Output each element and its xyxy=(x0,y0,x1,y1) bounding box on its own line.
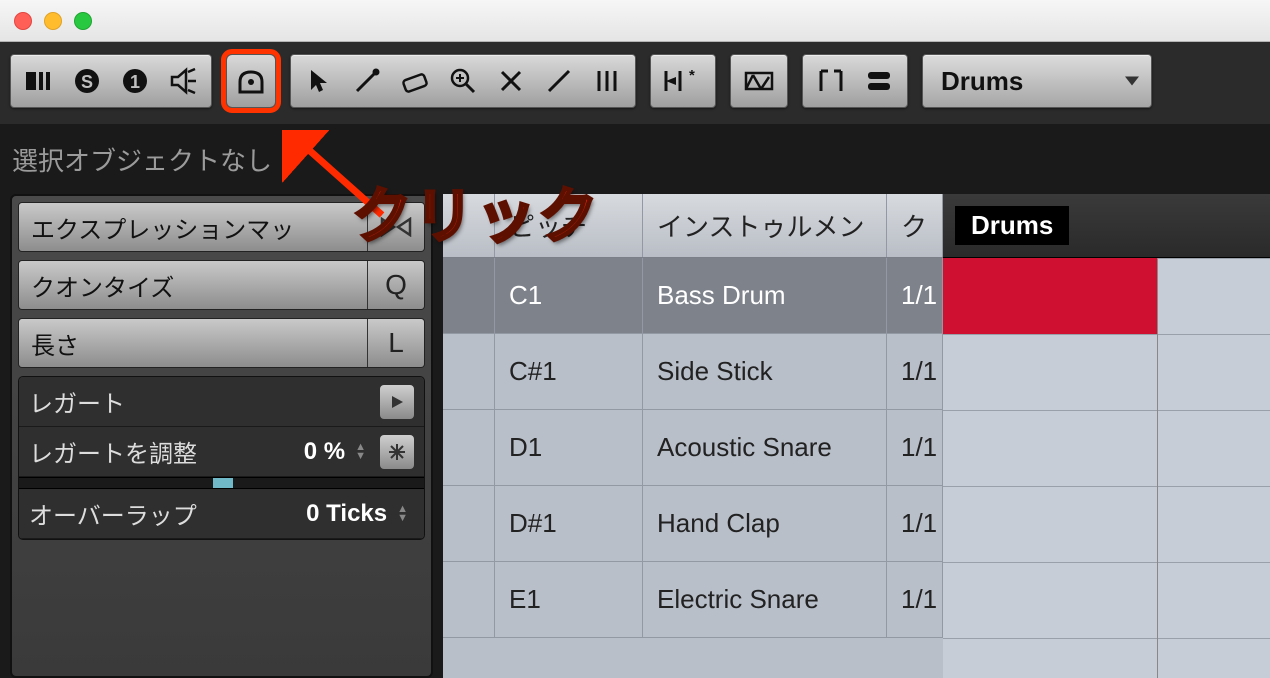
drum-col-instrument[interactable]: インストゥルメン xyxy=(643,194,887,257)
drum-row-q: 1/1 xyxy=(887,410,943,485)
drum-row-q: 1/1 xyxy=(887,486,943,561)
inspector-item-label: エクスプレッションマッ xyxy=(19,203,368,251)
drum-row-instrument: Bass Drum xyxy=(643,258,887,333)
autoscroll-icon[interactable] xyxy=(737,59,781,103)
inspector-expression-map[interactable]: エクスプレッションマッ xyxy=(18,202,425,252)
track-select-dropdown[interactable]: Drums xyxy=(922,54,1152,108)
spinner-icon[interactable]: ▲▼ xyxy=(355,443,366,461)
window-minimize-button[interactable] xyxy=(44,12,62,30)
timewarp-tool-icon[interactable] xyxy=(585,59,629,103)
drum-table-row[interactable]: D#1 Hand Clap 1/1 xyxy=(443,486,943,562)
drum-map-table: ピッチ インストゥルメン ク C1 Bass Drum 1/1 C#1 Side… xyxy=(443,194,943,678)
toolbar-group-tools xyxy=(290,54,636,108)
drumstick-icon[interactable] xyxy=(345,59,389,103)
pointer-tool-icon[interactable] xyxy=(297,59,341,103)
svg-text:*: * xyxy=(689,67,695,84)
inspector-length-subpanel: レガート レガートを調整 0 % ▲▼ オーバーラップ 0 Ticks ▲▼ xyxy=(18,376,425,540)
legato-adjust-label: レガートを調整 xyxy=(29,434,197,469)
drum-table-row[interactable]: C1 Bass Drum 1/1 xyxy=(443,258,943,334)
drum-row-pitch: C1 xyxy=(495,258,643,333)
drum-row-pitch: C#1 xyxy=(495,334,643,409)
track-select-value: Drums xyxy=(941,66,1023,97)
zoom-tool-icon[interactable] xyxy=(441,59,485,103)
drum-col-quantize[interactable]: ク xyxy=(887,194,943,257)
inspector-length[interactable]: 長さ L xyxy=(18,318,425,368)
drum-row-instrument: Acoustic Snare xyxy=(643,410,887,485)
overlap-row[interactable]: オーバーラップ 0 Ticks ▲▼ xyxy=(19,489,424,539)
selection-status-text: 選択オブジェクトなし xyxy=(12,141,272,178)
overlap-value: 0 Ticks xyxy=(306,500,391,528)
quantize-cap-icon: Q xyxy=(368,261,424,309)
freeze-icon[interactable] xyxy=(380,435,414,469)
show-part-borders-icon[interactable] xyxy=(809,59,853,103)
length-cap-icon: L xyxy=(368,319,424,367)
drum-row-q: 1/1 xyxy=(887,334,943,409)
inspector-quantize[interactable]: クオンタイズ Q xyxy=(18,260,425,310)
timeline-ruler[interactable]: Drums xyxy=(943,194,1270,258)
legato-label: レガート xyxy=(29,384,125,419)
drum-row-instrument: Side Stick xyxy=(643,334,887,409)
bowtie-icon xyxy=(368,203,424,251)
toolbar-group-view: S 1 xyxy=(10,54,212,108)
drum-table-row[interactable]: C#1 Side Stick 1/1 xyxy=(443,334,943,410)
erase-tool-icon[interactable] xyxy=(393,59,437,103)
inspector-item-label: 長さ xyxy=(19,319,368,367)
solo-button[interactable]: S xyxy=(65,59,109,103)
spinner-icon[interactable]: ▲▼ xyxy=(397,505,408,523)
timeline-gridline xyxy=(1157,258,1158,678)
window-titlebar xyxy=(0,0,1270,42)
drum-col-pitch[interactable]: ピッチ xyxy=(495,194,643,257)
line-tool-icon[interactable] xyxy=(537,59,581,103)
legato-row[interactable]: レガート xyxy=(19,377,424,427)
legato-slider[interactable] xyxy=(19,477,424,489)
drum-row-pitch: D#1 xyxy=(495,486,643,561)
drum-row-q: 1/1 xyxy=(887,258,943,333)
window-maximize-button[interactable] xyxy=(74,12,92,30)
play-icon[interactable] xyxy=(380,385,414,419)
acoustic-feedback-icon[interactable] xyxy=(161,59,205,103)
mute-tool-icon[interactable] xyxy=(489,59,533,103)
drum-table-row[interactable]: E1 Electric Snare 1/1 xyxy=(443,562,943,638)
inspector-panel: エクスプレッションマッ クオンタイズ Q 長さ L レガート レガートを調整 xyxy=(10,194,433,678)
drum-row-instrument: Hand Clap xyxy=(643,486,887,561)
drum-col-select[interactable] xyxy=(443,194,495,257)
inspector-item-label: クオンタイズ xyxy=(19,261,368,309)
drum-timeline[interactable]: Drums xyxy=(943,194,1270,678)
toolbar-group-insert: * xyxy=(650,54,716,108)
window-layout-icon[interactable] xyxy=(17,59,61,103)
drumstick-tool-button[interactable] xyxy=(226,54,276,108)
single-editor-button[interactable]: 1 xyxy=(113,59,157,103)
drum-table-header: ピッチ インストゥルメン ク xyxy=(443,194,943,258)
part-list-icon[interactable] xyxy=(857,59,901,103)
window-close-button[interactable] xyxy=(14,12,32,30)
drum-row-instrument: Electric Snare xyxy=(643,562,887,637)
drum-row-pitch: E1 xyxy=(495,562,643,637)
legato-adjust-value: 0 % xyxy=(304,438,349,466)
insert-velocity-icon[interactable]: * xyxy=(657,59,701,103)
overlap-label: オーバーラップ xyxy=(29,496,197,531)
part-name-label: Drums xyxy=(955,206,1069,245)
svg-text:1: 1 xyxy=(130,72,140,92)
toolbar-group-scroll xyxy=(730,54,788,108)
legato-adjust-row[interactable]: レガートを調整 0 % ▲▼ xyxy=(19,427,424,477)
info-bar: 選択オブジェクトなし xyxy=(0,124,1270,194)
toolbar: S 1 xyxy=(0,42,1270,124)
drum-table-row[interactable]: D1 Acoustic Snare 1/1 xyxy=(443,410,943,486)
drum-row-q: 1/1 xyxy=(887,562,943,637)
drum-row-pitch: D1 xyxy=(495,410,643,485)
toolbar-group-parts xyxy=(802,54,908,108)
drum-note[interactable] xyxy=(943,258,1157,334)
svg-text:S: S xyxy=(81,72,93,92)
